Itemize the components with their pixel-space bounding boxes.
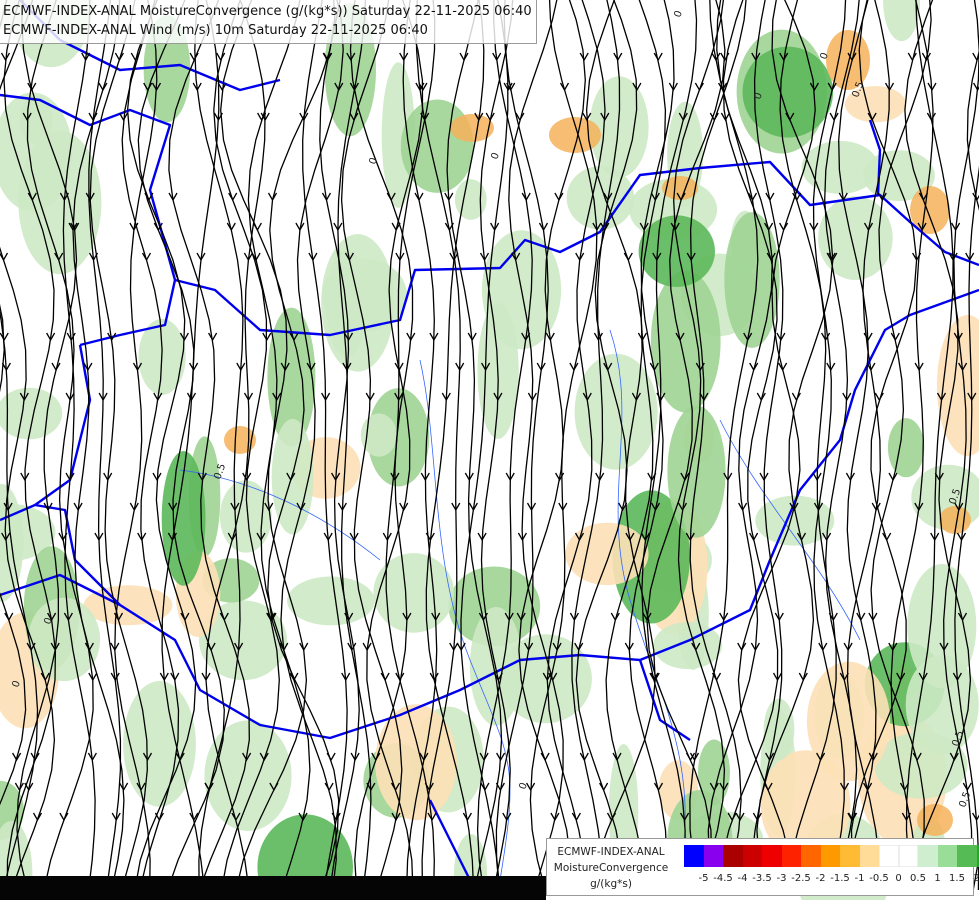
convergence-patch: [454, 179, 487, 220]
legend-tick: -4: [737, 873, 748, 884]
legend-color-bar: [684, 845, 979, 867]
legend-tick: -1: [854, 873, 865, 884]
color-legend: ECMWF-INDEX-ANAL MoistureConvergence g/(…: [546, 838, 979, 896]
legend-color-4: [762, 845, 782, 867]
legend-tick: -3.5: [752, 873, 772, 884]
convergence-patch: [574, 353, 658, 470]
convergence-patch: [469, 607, 523, 726]
legend-color-0: [684, 845, 704, 867]
convergence-patch: [204, 720, 292, 831]
legend-color-3: [742, 845, 762, 867]
legend-tick: -1.5: [830, 873, 850, 884]
divergence-patch: [662, 176, 698, 200]
legend-tick: -4.5: [713, 873, 733, 884]
legend-parameter: MoistureConvergence: [553, 862, 669, 874]
convergence-patch: [219, 480, 272, 553]
divergence-patch: [826, 30, 870, 90]
legend-color-9: [859, 845, 879, 867]
convergence-patch: [326, 250, 368, 357]
convergence-patch: [373, 553, 455, 633]
legend-color-8: [840, 845, 860, 867]
legend-color-6: [801, 845, 821, 867]
convergence-patch: [907, 564, 977, 689]
legend-tick: -0.5: [869, 873, 889, 884]
map-viewer: 0 0 0.5 0 0 0.5 0.5 0 0 0.5 0.5 0 0 ECMWF-INDEX-ANAL…: [0, 0, 979, 900]
legend-tick: -2.5: [791, 873, 811, 884]
legend-tick: -2: [815, 873, 826, 884]
map-title-panel: ECMWF-INDEX-ANAL MoistureConvergence (g/…: [0, 0, 537, 44]
convergence-patch: [801, 140, 879, 194]
legend-tick: -3: [776, 873, 787, 884]
legend-color-14: [957, 845, 977, 867]
divergence-patch: [450, 114, 494, 142]
legend-color-13: [937, 845, 957, 867]
legend-tick: 2: [973, 873, 979, 884]
convergence-patch: [123, 681, 196, 807]
legend-caption: ECMWF-INDEX-ANAL MoistureConvergence g/(…: [547, 844, 675, 892]
title-moisture-convergence: ECMWF-INDEX-ANAL MoistureConvergence (g/…: [3, 4, 532, 19]
legend-tick: 1.5: [949, 873, 965, 884]
weather-map[interactable]: 000.5000.50.5000.50.500: [0, 0, 979, 900]
legend-tick: 1: [934, 873, 941, 884]
legend-unit: g/(kg*s): [590, 878, 632, 890]
legend-color-10: [879, 845, 899, 867]
title-wind: ECMWF-INDEX-ANAL Wind (m/s) 10m Saturday…: [3, 23, 428, 38]
legend-color-12: [918, 845, 938, 867]
convergence-patch: [28, 597, 101, 682]
convergence-patch: [887, 418, 925, 478]
legend-tick: -5: [698, 873, 709, 884]
convergence-patch: [667, 405, 726, 538]
legend-tick: 0.5: [910, 873, 926, 884]
legend-tick: 0: [895, 873, 902, 884]
legend-color-7: [820, 845, 840, 867]
legend-color-1: [703, 845, 723, 867]
legend-model: ECMWF-INDEX-ANAL: [557, 846, 665, 858]
legend-color-5: [781, 845, 801, 867]
legend-color-2: [723, 845, 743, 867]
legend-color-11: [898, 845, 918, 867]
map-bottom-strip: [0, 876, 546, 900]
divergence-patch: [917, 804, 953, 836]
convergence-patch: [360, 413, 397, 457]
